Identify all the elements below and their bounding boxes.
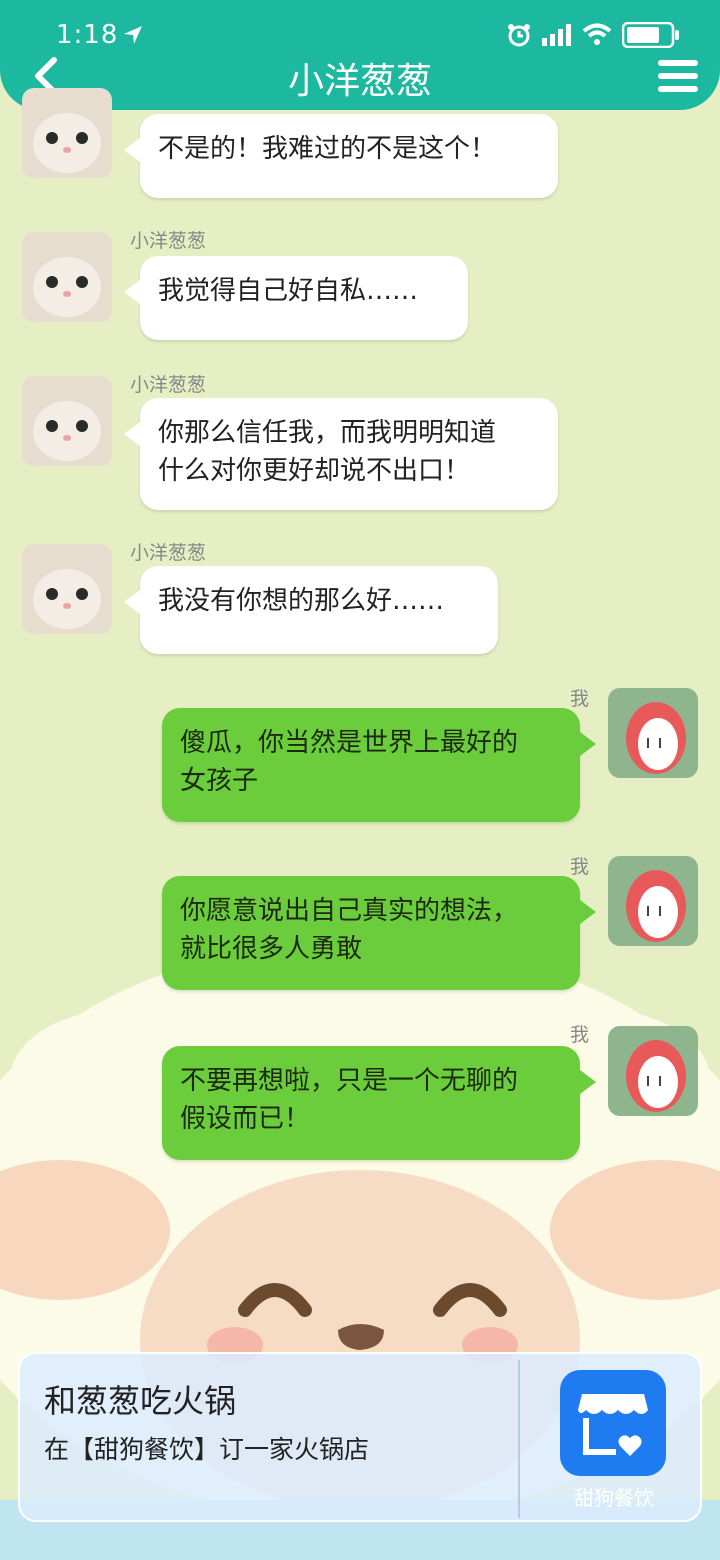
message-text: 你愿意说出自己真实的想法， [180,896,519,926]
message-text: 傻瓜，你当然是世界上最好的 [180,728,519,758]
avatar-other[interactable] [22,544,112,634]
sender-name: 小洋葱葱 [130,230,207,252]
message-bubble-self[interactable]: 你愿意说出自己真实的想法， 就比很多人勇敢 [162,876,596,990]
sender-name: 小洋葱葱 [130,374,207,396]
signal-icon [542,24,571,46]
message-text: 假设而已！ [180,1104,311,1134]
message-bubble-self[interactable]: 傻瓜，你当然是世界上最好的 女孩子 [162,708,596,822]
avatar-other[interactable] [22,88,112,178]
wifi-icon [582,23,612,45]
sender-name: 我 [570,856,590,878]
message-text: 女孩子 [180,766,259,796]
promo-subtitle: 在【甜狗餐饮】订一家火锅店 [44,1435,370,1464]
sender-name: 我 [570,688,590,710]
promo-card[interactable]: 和葱葱吃火锅 在【甜狗餐饮】订一家火锅店 甜狗餐饮 [18,1352,702,1522]
message-text: 我没有你想的那么好…… [158,586,445,616]
message-text: 就比很多人勇敢 [180,934,363,964]
location-arrow-icon [124,26,142,44]
message-bubble-other[interactable]: 你那么信任我，而我明明知道 什么对你更好却说不出口！ [124,398,558,510]
promo-app-button[interactable] [560,1370,666,1476]
message-text: 不要再想啦，只是一个无聊的 [180,1066,519,1096]
status-time: 1:18 [56,20,119,50]
avatar-other[interactable] [22,376,112,466]
promo-app-name: 甜狗餐饮 [574,1486,654,1510]
message-bubble-other[interactable]: 我没有你想的那么好…… [124,566,498,654]
sender-name: 小洋葱葱 [130,542,207,564]
store-icon [578,1394,648,1456]
avatar-other[interactable] [22,232,112,322]
avatar-self[interactable] [608,688,698,778]
battery-icon [622,22,679,48]
message-bubble-other[interactable]: 我觉得自己好自私…… [124,256,468,340]
promo-title: 和葱葱吃火锅 [44,1382,237,1420]
alarm-icon [508,24,530,47]
avatar-self[interactable] [608,1026,698,1116]
avatar-self[interactable] [608,856,698,946]
message-text: 不是的！我难过的不是这个！ [158,134,497,164]
message-bubble-other[interactable]: 不是的！我难过的不是这个！ [124,114,558,198]
status-bar: 1:18 [0,0,720,60]
menu-icon[interactable] [658,60,698,96]
message-bubble-self[interactable]: 不要再想啦，只是一个无聊的 假设而已！ [162,1046,596,1160]
sender-name: 我 [570,1024,590,1046]
message-text: 我觉得自己好自私…… [158,276,419,306]
promo-divider [518,1360,520,1518]
message-text: 什么对你更好却说不出口！ [158,456,471,486]
message-text: 你那么信任我，而我明明知道 [158,418,497,448]
